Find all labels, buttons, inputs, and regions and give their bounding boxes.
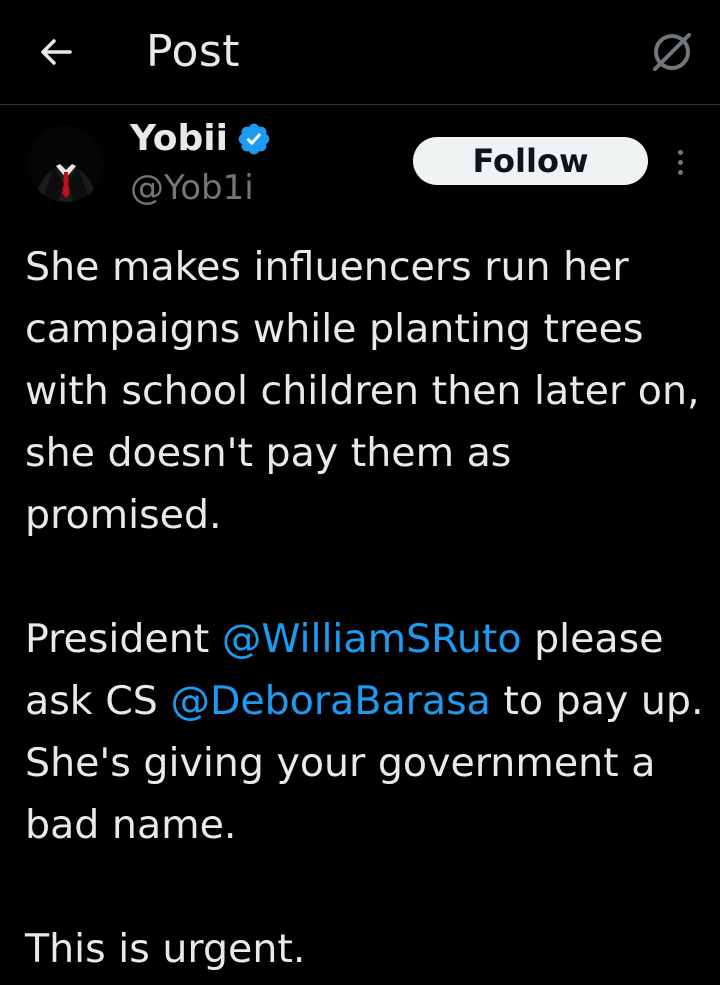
verified-badge-icon: [238, 123, 270, 154]
post-paragraph-1: She makes influencers run her campaigns …: [25, 244, 700, 538]
arrow-left-icon: [41, 39, 72, 65]
author-name-text: Yobii: [130, 118, 228, 159]
follow-button[interactable]: Follow: [413, 137, 648, 185]
more-options-button[interactable]: [666, 142, 694, 182]
author-name[interactable]: Yobii: [130, 118, 272, 159]
grok-button[interactable]: [644, 24, 700, 80]
page-title: Post: [146, 26, 241, 77]
mention-link-william-ruto[interactable]: @WilliamSRuto: [222, 616, 522, 662]
post-paragraph-3: This is urgent.: [25, 926, 306, 972]
more-vertical-icon: [677, 149, 683, 155]
back-button[interactable]: [32, 28, 80, 76]
post-text: She makes influencers run her campaigns …: [25, 236, 705, 980]
more-vertical-icon: [677, 169, 683, 175]
post-text-segment: President: [25, 616, 222, 662]
more-vertical-icon: [677, 159, 683, 165]
post-paragraph-2: President @WilliamSRuto please ask CS @D…: [25, 608, 705, 856]
avatar-suit-icon: [28, 126, 104, 202]
grok-slash-icon: [653, 33, 691, 71]
author-handle[interactable]: @Yob1i: [130, 168, 254, 208]
avatar[interactable]: [28, 126, 104, 202]
mention-link-debora-barasa[interactable]: @DeboraBarasa: [170, 678, 490, 724]
top-bar: Post: [0, 0, 720, 105]
